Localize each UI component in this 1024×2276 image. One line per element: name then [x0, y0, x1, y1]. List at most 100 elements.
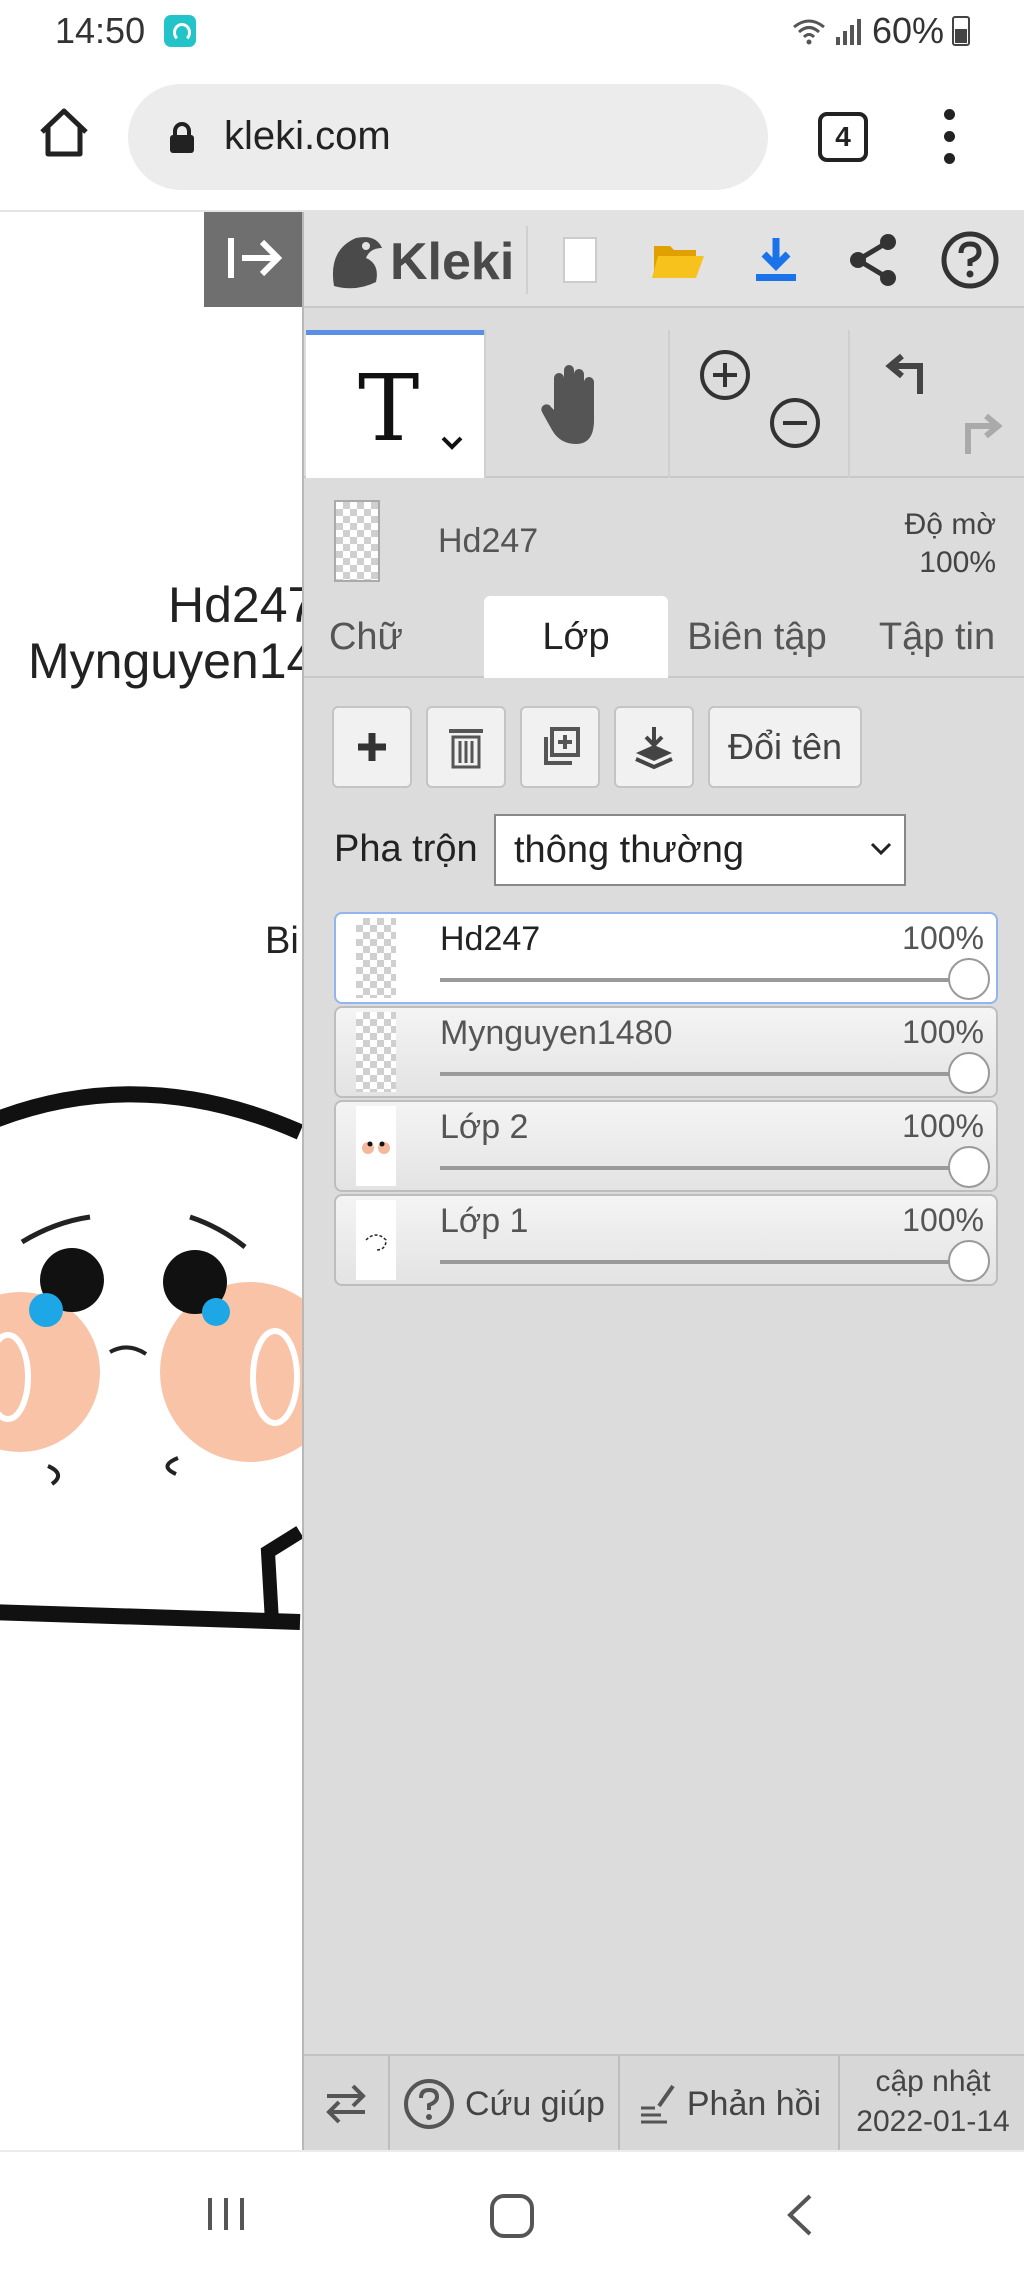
layer-thumbnail — [356, 1200, 396, 1280]
rename-layer-button[interactable]: Đổi tên — [708, 706, 862, 788]
recent-apps-icon[interactable] — [206, 2194, 246, 2234]
layer-item[interactable]: Lớp 1 100% — [334, 1194, 998, 1286]
feedback-pen-icon — [640, 2084, 675, 2124]
layer-opacity: 100% — [902, 1108, 984, 1144]
swap-side-button[interactable] — [304, 2056, 390, 2152]
browser-toolbar: kleki.com 4 — [0, 62, 1024, 212]
drawing-canvas[interactable]: Hd247 Mynguyen1480 Bi — [0, 212, 302, 2150]
opacity-value: 100% — [919, 546, 996, 579]
logo-text: Kleki — [390, 233, 515, 291]
lock-icon — [170, 122, 194, 153]
canvas-text-mynguyen: Mynguyen1480 — [28, 633, 302, 689]
layer-opacity-handle[interactable] — [948, 1240, 990, 1282]
history-tools — [848, 330, 1024, 478]
current-layer-name: Hd247 — [438, 522, 539, 560]
update-label: cập nhật — [875, 2065, 991, 2098]
layer-item[interactable]: Hd247 100% — [334, 912, 998, 1004]
android-nav-bar — [0, 2150, 1024, 2276]
layer-opacity-handle[interactable] — [948, 1052, 990, 1094]
text-tool-icon: T — [358, 355, 420, 462]
opacity-label: Độ mờ 100% — [905, 506, 996, 582]
panel-footer: Cứu giúp Phản hồi cập nhật 2022-01-14 — [304, 2054, 1024, 2152]
layer-name: Lớp 2 — [440, 1108, 529, 1146]
kleki-side-panel: Kleki T Hd247 Độ mờ 100% Chữ Lớp Biên tậ… — [302, 212, 1024, 2152]
layer-thumbnail — [356, 1106, 396, 1186]
toolbar-separator — [526, 226, 528, 294]
layer-opacity-slider[interactable] — [440, 1072, 964, 1076]
blend-mode-label: Pha trộn — [334, 828, 478, 870]
tab-layers[interactable]: Lớp — [484, 596, 668, 678]
layer-opacity-slider[interactable] — [440, 1166, 964, 1170]
nav-home-icon[interactable] — [490, 2194, 534, 2238]
feedback-label: Phản hồi — [686, 2084, 822, 2123]
update-info[interactable]: cập nhật 2022-01-14 — [840, 2062, 1024, 2142]
signal-icon — [835, 19, 861, 45]
battery-percent: 60% — [871, 10, 944, 51]
layer-item[interactable]: Lớp 2 100% — [334, 1100, 998, 1192]
text-tool-button[interactable]: T — [306, 330, 484, 478]
feedback-button[interactable]: Phản hồi — [620, 2056, 840, 2152]
outline-thumbnail-icon — [365, 1234, 387, 1251]
open-folder-icon[interactable] — [648, 230, 708, 290]
layer-thumbnail — [356, 1012, 396, 1092]
update-date: 2022-01-14 — [856, 2105, 1010, 2138]
layer-opacity-handle[interactable] — [948, 1146, 990, 1188]
current-layer-thumbnail — [334, 500, 380, 582]
kleki-logo[interactable]: Kleki — [326, 222, 522, 298]
help-icon — [404, 2079, 455, 2129]
hand-tool-button[interactable] — [484, 330, 668, 478]
swap-arrows-icon — [326, 2084, 366, 2124]
layer-opacity: 100% — [902, 920, 984, 956]
opacity-label-text: Độ mờ — [904, 508, 996, 541]
duplicate-layer-button[interactable] — [520, 706, 600, 788]
more-menu-icon[interactable] — [940, 107, 960, 167]
help-button[interactable]: Cứu giúp — [390, 2056, 620, 2152]
duplicate-icon — [544, 727, 580, 765]
undo-icon[interactable] — [884, 348, 938, 398]
zoom-out-icon[interactable] — [768, 396, 822, 450]
chevron-down-icon[interactable] — [440, 435, 464, 451]
collapse-panel-button[interactable] — [204, 212, 302, 307]
status-bar: 14:50 60% — [0, 0, 1024, 62]
layer-opacity-slider[interactable] — [440, 1260, 964, 1264]
blend-mode-select[interactable]: thông thường — [494, 814, 906, 886]
nav-back-icon[interactable] — [784, 2192, 814, 2238]
merge-down-button[interactable] — [614, 706, 694, 788]
wifi-icon — [793, 19, 825, 45]
app-notification-icon — [164, 15, 196, 47]
tab-switcher-button[interactable]: 4 — [818, 112, 868, 162]
current-layer-info: Hd247 Độ mờ 100% — [304, 480, 1024, 584]
share-icon[interactable] — [844, 230, 904, 290]
collapse-arrow-icon — [228, 238, 283, 278]
panel-tabs: Chữ Lớp Biên tập Tập tin — [304, 584, 1024, 678]
blend-mode-value: thông thường — [514, 829, 744, 871]
help-icon[interactable] — [940, 230, 1000, 290]
crying-character-drawing — [0, 1086, 302, 1630]
status-indicators: 60% — [792, 10, 970, 52]
add-layer-button[interactable] — [332, 706, 412, 788]
layer-opacity-slider[interactable] — [440, 978, 964, 982]
battery-icon — [952, 16, 970, 46]
tab-edit[interactable]: Biên tập — [668, 596, 846, 678]
layer-opacity-handle[interactable] — [948, 958, 990, 1000]
help-label: Cứu giúp — [465, 2084, 605, 2123]
redo-icon[interactable] — [950, 408, 1004, 458]
tab-text[interactable]: Chữ — [308, 596, 424, 678]
new-image-icon[interactable] — [550, 230, 610, 290]
tools-row: T — [304, 330, 1024, 478]
url-text: kleki.com — [224, 114, 391, 158]
home-icon[interactable] — [36, 104, 92, 160]
kleki-top-toolbar: Kleki — [304, 212, 1024, 308]
layer-item[interactable]: Mynguyen1480 100% — [334, 1006, 998, 1098]
address-bar[interactable]: kleki.com — [128, 84, 768, 190]
layer-name: Lớp 1 — [440, 1202, 529, 1240]
tab-file[interactable]: Tập tin — [848, 596, 1024, 678]
kleki-logo-icon — [332, 237, 382, 289]
layer-opacity: 100% — [902, 1202, 984, 1238]
delete-layer-button[interactable] — [426, 706, 506, 788]
download-icon[interactable] — [746, 230, 806, 290]
merge-down-icon — [635, 727, 673, 769]
trash-icon — [449, 729, 483, 769]
zoom-tools — [668, 330, 848, 478]
zoom-in-icon[interactable] — [698, 348, 752, 402]
